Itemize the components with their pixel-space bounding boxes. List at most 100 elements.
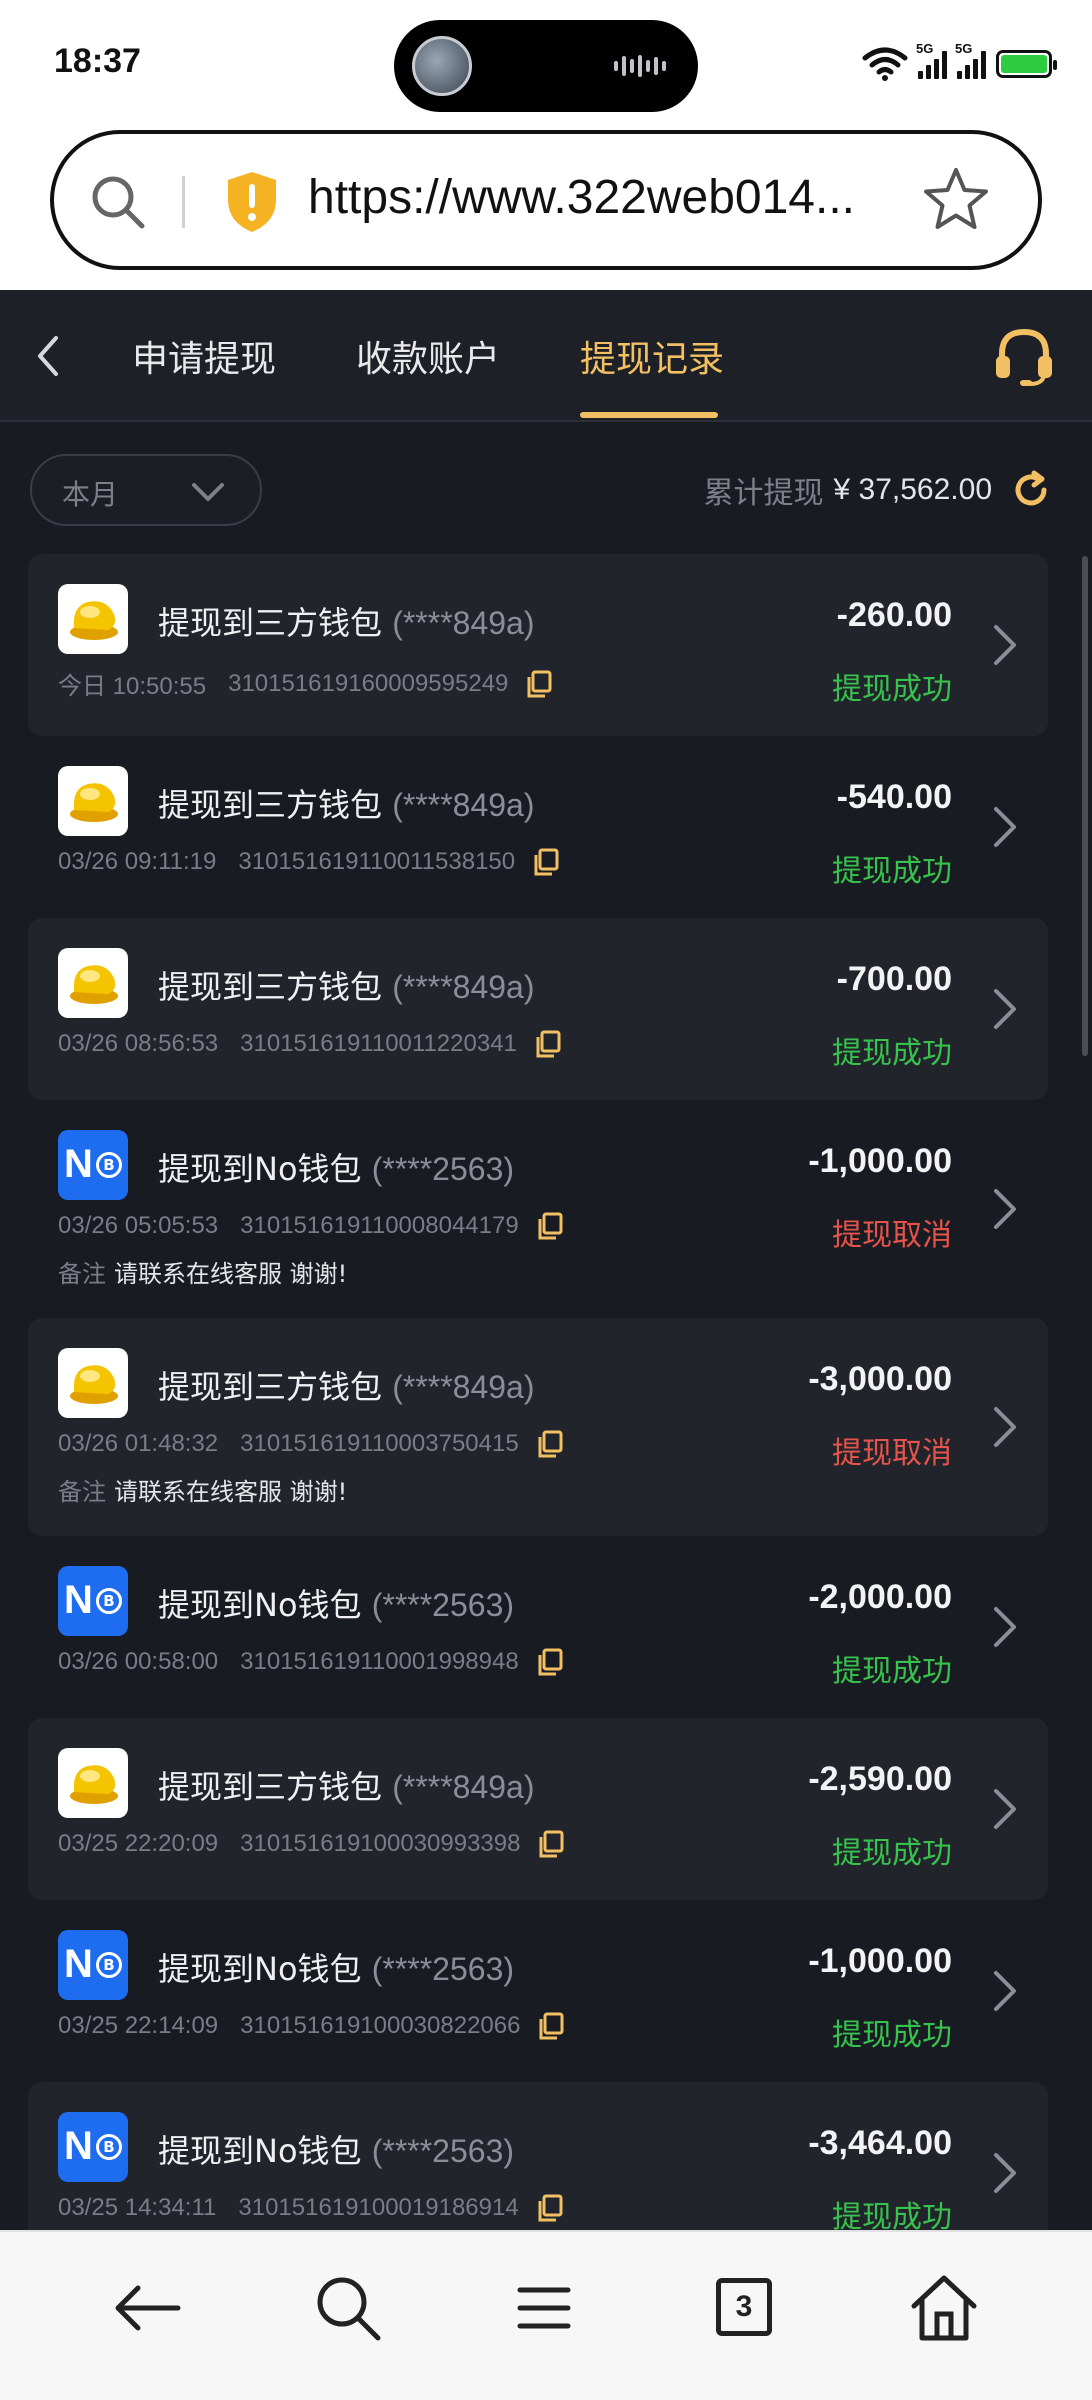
- wifi-icon: [862, 47, 908, 81]
- copy-icon[interactable]: [538, 2012, 564, 2040]
- tab-apply-withdraw[interactable]: 申请提现: [132, 330, 276, 382]
- withdraw-record-row[interactable]: 提现到三方钱包 (****849a) 03/26 01:48:32 31015161…: [28, 1318, 1048, 1536]
- url-text[interactable]: https://www.322web014...: [308, 170, 855, 225]
- record-method: 提现到No钱包: [158, 1950, 362, 1988]
- record-time: 03/26 09:11:19: [58, 848, 217, 875]
- withdraw-record-row[interactable]: N B 提现到No钱包 (****2563) 03/25 22:14:09 310151…: [28, 1900, 1048, 2082]
- record-time: 03/25 14:34:11: [58, 2194, 217, 2221]
- record-account: (****849a): [392, 1369, 535, 1405]
- record-amount: -540.00: [836, 778, 952, 816]
- headset-support-icon[interactable]: [992, 326, 1056, 386]
- chevron-right-icon[interactable]: [992, 1405, 1018, 1449]
- search-icon[interactable]: [88, 172, 148, 232]
- record-time: 03/26 00:58:00: [58, 1648, 219, 1675]
- withdraw-record-row[interactable]: 提现到三方钱包 (****849a) 03/25 22:20:09 31015161…: [28, 1718, 1048, 1900]
- record-status: 提现取消: [832, 1218, 952, 1253]
- chevron-right-icon[interactable]: [992, 2151, 1018, 2195]
- withdraw-record-row[interactable]: N B 提现到No钱包 (****2563) 03/26 00:58:00 310151…: [28, 1536, 1048, 1718]
- status-time: 18:37: [54, 42, 141, 80]
- copy-icon[interactable]: [537, 1212, 563, 1240]
- no-logo-text: N: [64, 1142, 93, 1186]
- no-logo-coin: B: [96, 1588, 122, 1614]
- home-icon[interactable]: [904, 2268, 984, 2348]
- record-method: 提现到三方钱包: [158, 968, 383, 1006]
- withdraw-record-row[interactable]: N B 提现到No钱包 (****2563) 03/25 14:34:11 310151…: [28, 2082, 1048, 2230]
- record-amount: -3,000.00: [808, 1360, 952, 1398]
- chevron-right-icon[interactable]: [992, 1969, 1018, 2013]
- record-order-number: 310151619100030993398: [240, 1830, 521, 1857]
- record-note-text: 请联系在线客服 谢谢!: [114, 1478, 348, 1506]
- record-order-number: 310151619100019186914: [238, 2194, 519, 2221]
- withdraw-record-list: 提现到三方钱包 (****849a) 今日 10:50:55 31015161916…: [0, 554, 1092, 2230]
- divider: [182, 176, 185, 228]
- copy-icon[interactable]: [526, 670, 552, 698]
- copy-icon[interactable]: [538, 1830, 564, 1858]
- search-icon[interactable]: [308, 2268, 388, 2348]
- address-bar[interactable]: https://www.322web014...: [50, 130, 1042, 270]
- copy-icon[interactable]: [535, 1030, 561, 1058]
- chevron-right-icon[interactable]: [992, 805, 1018, 849]
- back-arrow-icon[interactable]: [108, 2268, 188, 2348]
- signal-icon: 5G: [916, 41, 947, 79]
- tab-withdraw-records[interactable]: 提现记录: [580, 330, 724, 382]
- record-status: 提现成功: [832, 2200, 952, 2230]
- copy-icon[interactable]: [537, 1648, 563, 1676]
- record-time: 03/26 08:56:53: [58, 1030, 219, 1057]
- record-amount: -700.00: [836, 960, 952, 998]
- month-dropdown[interactable]: 本月: [30, 454, 262, 526]
- copy-icon[interactable]: [533, 848, 559, 876]
- record-meta: 今日 10:50:55 310151619160009595249: [58, 666, 552, 701]
- tab-count: 3: [716, 2278, 772, 2336]
- record-account: (****2563): [371, 2133, 515, 2169]
- audio-wave-icon: [614, 54, 670, 78]
- copy-icon[interactable]: [537, 1430, 563, 1458]
- record-meta: 03/25 22:20:09 310151619100030993398: [58, 1830, 564, 1858]
- record-time: 03/26 01:48:32: [58, 1430, 219, 1457]
- chevron-right-icon[interactable]: [992, 1187, 1018, 1231]
- refresh-icon[interactable]: [1010, 469, 1052, 511]
- withdraw-record-row[interactable]: 提现到三方钱包 (****849a) 03/26 08:56:53 31015161…: [28, 918, 1048, 1100]
- record-note-text: 请联系在线客服 谢谢!: [114, 1260, 348, 1288]
- record-method: 提现到三方钱包: [158, 1768, 383, 1806]
- record-account: (****849a): [392, 969, 535, 1005]
- withdraw-record-row[interactable]: 提现到三方钱包 (****849a) 今日 10:50:55 31015161916…: [28, 554, 1048, 736]
- record-method: 提现到三方钱包: [158, 604, 383, 642]
- record-title: 提现到三方钱包 (****849a): [158, 1362, 535, 1408]
- record-note: 备注 请联系在线客服 谢谢!: [58, 1254, 347, 1289]
- shield-warning-icon[interactable]: [224, 170, 280, 234]
- record-order-number: 310151619110011538150: [238, 848, 516, 875]
- record-status: 提现成功: [832, 1654, 952, 1689]
- record-note: 备注 请联系在线客服 谢谢!: [58, 1472, 347, 1507]
- record-time: 今日 10:50:55: [58, 673, 207, 700]
- no-logo-coin: B: [96, 1952, 122, 1978]
- back-chevron-icon[interactable]: [28, 330, 68, 382]
- record-status: 提现成功: [832, 672, 952, 707]
- browser-toolbar: https://www.322web014...: [0, 130, 1092, 290]
- total-withdraw-summary: 累计提现 ¥ 37,562.00: [704, 469, 1052, 511]
- tab-payee-accounts[interactable]: 收款账户: [356, 330, 500, 382]
- copy-icon[interactable]: [537, 2194, 563, 2222]
- menu-icon[interactable]: [504, 2268, 584, 2348]
- no-logo-coin: B: [96, 1152, 122, 1178]
- chevron-right-icon[interactable]: [992, 987, 1018, 1031]
- chevron-right-icon[interactable]: [992, 1787, 1018, 1831]
- battery-charging-icon: [996, 50, 1057, 78]
- total-withdraw-value: ¥ 37,562.00: [833, 473, 992, 506]
- record-status: 提现成功: [832, 1036, 952, 1071]
- app-header: 申请提现 收款账户 提现记录: [0, 290, 1092, 422]
- record-amount: -1,000.00: [808, 1942, 952, 1980]
- withdraw-record-row[interactable]: N B 提现到No钱包 (****2563) 03/26 05:05:53 310151…: [28, 1100, 1048, 1318]
- star-icon[interactable]: [920, 164, 992, 236]
- record-account: (****2563): [371, 1151, 515, 1187]
- tabs-icon[interactable]: 3: [704, 2268, 784, 2348]
- record-method: 提现到No钱包: [158, 1586, 362, 1624]
- record-meta: 03/26 00:58:00 310151619110001998948: [58, 1648, 563, 1676]
- scrollbar[interactable]: [1082, 556, 1088, 1056]
- gold-wallet-icon: [58, 1748, 128, 1818]
- record-time: 03/26 05:05:53: [58, 1212, 219, 1239]
- chevron-right-icon[interactable]: [992, 623, 1018, 667]
- record-title: 提现到三方钱包 (****849a): [158, 780, 535, 826]
- island-avatar: [412, 36, 472, 96]
- chevron-right-icon[interactable]: [992, 1605, 1018, 1649]
- withdraw-record-row[interactable]: 提现到三方钱包 (****849a) 03/26 09:11:19 31015161…: [28, 736, 1048, 918]
